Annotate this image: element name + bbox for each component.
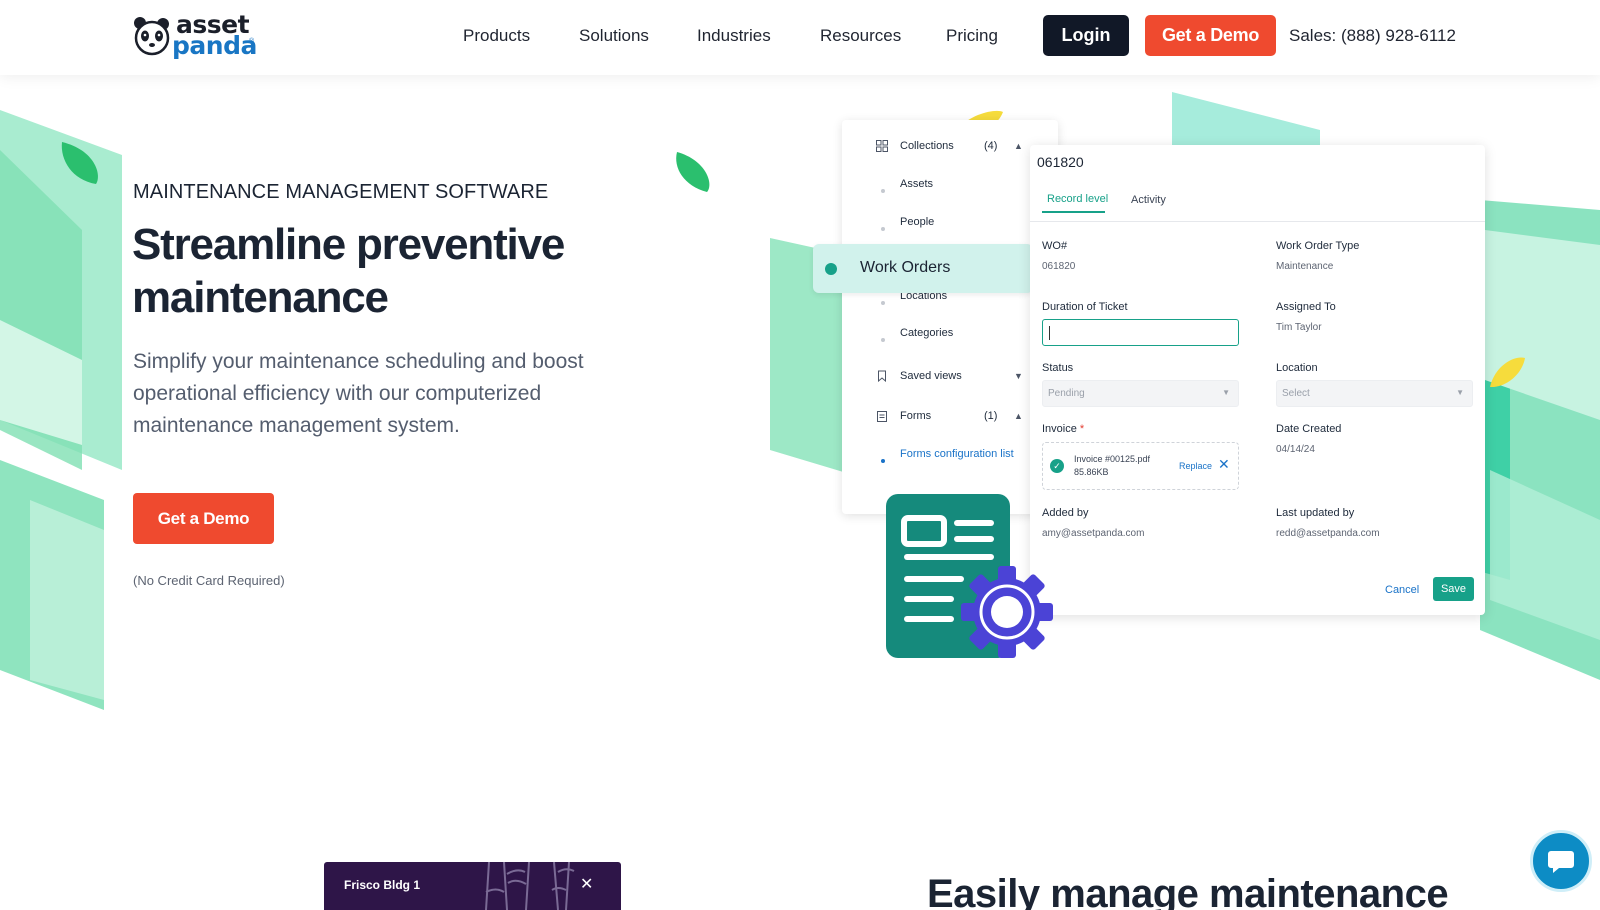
chevron-up-icon: ▲ <box>1014 141 1023 151</box>
panda-logo-icon <box>134 17 170 56</box>
field-value: redd@assetpanda.com <box>1276 528 1380 539</box>
field-value: amy@assetpanda.com <box>1042 528 1145 539</box>
field-value: Tim Taylor <box>1276 322 1322 333</box>
text-caret <box>1049 326 1050 340</box>
nav-resources[interactable]: Resources <box>820 26 901 46</box>
divider <box>1030 221 1485 222</box>
file-size: 85.86KB <box>1074 467 1109 477</box>
sidebar-item-label: Collections <box>900 140 954 152</box>
record-title: 061820 <box>1037 154 1084 170</box>
mock-sidebar: Collections (4) ▲ Assets People Location… <box>842 120 1058 514</box>
save-button: Save <box>1433 577 1474 601</box>
nav-pricing[interactable]: Pricing <box>946 26 998 46</box>
field-label: Date Created <box>1276 423 1342 435</box>
document-gear-icon <box>886 494 1053 658</box>
status-select: Pending ▼ <box>1042 380 1239 407</box>
chevron-down-icon: ▼ <box>1222 388 1230 397</box>
field-value: Maintenance <box>1276 261 1334 272</box>
chat-icon <box>1548 851 1574 873</box>
logo-word-panda: panda <box>172 31 257 60</box>
tab-active-indicator <box>1042 211 1105 213</box>
chevron-down-icon: ▼ <box>1014 371 1023 381</box>
chevron-down-icon: ▼ <box>1456 388 1464 397</box>
bookmark-icon <box>876 370 888 383</box>
bamboo-illustration <box>485 862 575 910</box>
field-label: Assigned To <box>1276 301 1336 313</box>
mock-work-order-panel: 061820 Record level Activity WO# 061820 … <box>1030 145 1485 615</box>
sidebar-item-label: Saved views <box>900 370 962 382</box>
chevron-up-icon: ▲ <box>1014 411 1023 421</box>
close-icon: ✕ <box>1218 456 1230 472</box>
site-header: asset panda ® Products Solutions Industr… <box>0 0 1600 75</box>
field-label: Location <box>1276 362 1318 374</box>
sidebar-item-label: Categories <box>900 327 954 339</box>
sidebar-item-label: People <box>900 216 935 228</box>
field-label: Last updated by <box>1276 507 1355 519</box>
get-demo-hero-button[interactable]: Get a Demo <box>133 493 274 544</box>
sidebar-item-count: (4) <box>984 140 998 152</box>
no-credit-card-note: (No Credit Card Required) <box>133 573 285 588</box>
close-icon: ✕ <box>580 876 594 893</box>
active-dot <box>825 263 837 275</box>
field-value: 061820 <box>1042 261 1076 272</box>
field-label: Invoice * <box>1042 423 1084 435</box>
bullet-dot <box>881 338 885 342</box>
get-demo-header-button[interactable]: Get a Demo <box>1145 15 1276 56</box>
hero-subtitle: Simplify your maintenance scheduling and… <box>133 350 584 437</box>
location-select: Select ▼ <box>1276 380 1473 407</box>
bullet-dot <box>881 227 885 231</box>
bullet-dot <box>881 459 885 463</box>
select-value: Pending <box>1048 388 1085 399</box>
hero-title: Streamline preventive maintenance <box>132 220 565 322</box>
sidebar-item-label: Assets <box>900 178 934 190</box>
nav-solutions[interactable]: Solutions <box>579 26 649 46</box>
sales-phone-link[interactable]: Sales: (888) 928-6112 <box>1289 26 1456 46</box>
property-card: Frisco Bldg 1 ✕ <box>324 862 621 910</box>
duration-input <box>1042 319 1239 346</box>
login-button[interactable]: Login <box>1043 15 1129 56</box>
logo-registered-mark: ® <box>249 38 255 45</box>
asset-panda-logo[interactable]: asset panda ® <box>132 10 257 62</box>
field-label: Status <box>1042 362 1074 374</box>
field-label: Duration of Ticket <box>1042 301 1128 313</box>
select-placeholder: Select <box>1282 388 1310 399</box>
bullet-dot <box>881 189 885 193</box>
field-label: Work Order Type <box>1276 240 1360 252</box>
field-label: WO# <box>1042 240 1068 252</box>
required-marker: * <box>1079 423 1085 435</box>
sidebar-item-work-orders: Work Orders <box>813 244 1033 293</box>
bullet-dot <box>881 301 885 305</box>
leaf-icon <box>676 152 710 192</box>
nav-products[interactable]: Products <box>463 26 530 46</box>
invoice-label-text: Invoice <box>1042 423 1077 435</box>
tab-activity: Activity <box>1131 194 1166 206</box>
sidebar-item-label: Forms <box>900 410 932 422</box>
sidebar-item-label: Forms configuration list <box>900 448 1014 460</box>
invoice-file-box: ✓ Invoice #00125.pdf 85.86KB Replace ✕ <box>1042 442 1239 490</box>
section-heading: Easily manage maintenance <box>927 872 1449 910</box>
replace-link: Replace <box>1179 461 1213 471</box>
hero-eyebrow: MAINTENANCE MANAGEMENT SOFTWARE <box>133 181 549 203</box>
file-name: Invoice #00125.pdf <box>1074 454 1151 464</box>
property-name: Frisco Bldg 1 <box>344 878 421 892</box>
check-circle-icon: ✓ <box>1050 459 1064 473</box>
tab-record-level: Record level <box>1047 193 1109 205</box>
sidebar-item-label: Work Orders <box>860 259 951 276</box>
grid-icon <box>876 140 888 152</box>
nav-industries[interactable]: Industries <box>697 26 771 46</box>
chat-button[interactable] <box>1530 830 1592 892</box>
field-value: 04/14/24 <box>1276 444 1315 455</box>
cancel-button: Cancel <box>1385 584 1420 596</box>
clipboard-icon <box>876 410 888 422</box>
sidebar-item-count: (1) <box>984 410 998 422</box>
deco-panel <box>30 500 104 700</box>
